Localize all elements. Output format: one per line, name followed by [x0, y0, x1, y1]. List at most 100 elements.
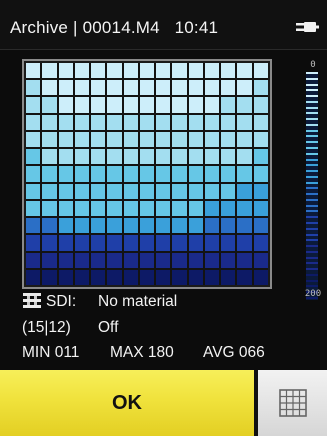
heatmap-cell [42, 80, 57, 96]
heatmap-cell [253, 218, 268, 234]
heatmap-cell [237, 218, 252, 234]
heatmap-cell [253, 63, 268, 79]
heatmap-cell [91, 200, 106, 217]
scale-step [306, 193, 318, 195]
heatmap-cell [139, 166, 155, 182]
heatmap-cell [74, 235, 90, 251]
scale-step [306, 101, 318, 103]
scale-step [306, 257, 318, 259]
heatmap-cell [172, 63, 187, 79]
heatmap-cell [188, 97, 203, 113]
heatmap-cell [204, 269, 220, 285]
heatmap-cell [42, 200, 57, 217]
heatmap-cell [58, 269, 73, 285]
heatmap-cell [42, 166, 57, 182]
heatmap-cell [74, 166, 90, 182]
heatmap-cell [91, 166, 106, 182]
heatmap-cell [221, 80, 236, 96]
heatmap-cell [204, 63, 220, 79]
heatmap-cell [253, 114, 268, 130]
scale-step [306, 234, 318, 236]
heatmap-cell [26, 80, 41, 96]
scale-top-label: 0 [310, 60, 316, 70]
heatmap-cell [74, 97, 90, 113]
heatmap-cell [237, 166, 252, 182]
heatmap-cell [139, 252, 155, 268]
ok-button[interactable]: OK [0, 370, 254, 436]
scale-step [306, 118, 318, 120]
heatmap-cell [253, 166, 268, 182]
scale-step [306, 107, 318, 109]
heatmap-cell [188, 252, 203, 268]
heatmap-cell [123, 131, 138, 148]
heatmap-cell [26, 114, 41, 130]
plug-icon [296, 22, 319, 32]
main-content: 0 200 SDI: No material (15|12) Off MIN 0… [0, 50, 327, 370]
heatmap-cell [91, 63, 106, 79]
heatmap-cell [42, 63, 57, 79]
heatmap-cell [188, 149, 203, 165]
heatmap-cell [237, 149, 252, 165]
heatmap-cell [204, 166, 220, 182]
heatmap-cell [188, 166, 203, 182]
scale-step [306, 182, 318, 184]
heatmap-cell [156, 252, 171, 268]
heatmap-cell [172, 269, 187, 285]
heatmap-cell [204, 252, 220, 268]
heatmap-cell [107, 218, 122, 234]
heatmap-cell [74, 252, 90, 268]
min-value: MIN 011 [22, 344, 80, 361]
heatmap-cell [221, 97, 236, 113]
heatmap-cell [91, 218, 106, 234]
scale-step [306, 205, 318, 207]
heatmap-cell [91, 269, 106, 285]
heatmap-cell [58, 131, 73, 148]
heatmap-cell [58, 97, 73, 113]
heatmap-cell [107, 114, 122, 130]
heatmap-cell [156, 80, 171, 96]
heatmap-cell [172, 252, 187, 268]
heatmap-cell [74, 131, 90, 148]
heatmap-cell [58, 235, 73, 251]
heatmap-cell [172, 149, 187, 165]
heatmap-cell [123, 63, 138, 79]
heatmap-cell [26, 235, 41, 251]
heatmap-cell [58, 114, 73, 130]
heatmap-cell [74, 114, 90, 130]
heatmap-cell [58, 80, 73, 96]
heatmap-cell [237, 183, 252, 199]
heatmap-cell [156, 218, 171, 234]
heatmap-cell [204, 149, 220, 165]
heatmap-cell [123, 252, 138, 268]
heatmap-cell [58, 218, 73, 234]
scale-step [306, 239, 318, 241]
heatmap-cell [123, 269, 138, 285]
heatmap-cell [237, 131, 252, 148]
heatmap-cell [74, 183, 90, 199]
heatmap-cell [139, 80, 155, 96]
heatmap-cell [42, 149, 57, 165]
heatmap-cell [26, 166, 41, 182]
scale-step [306, 78, 318, 80]
status-file: 00014.M4 [82, 18, 160, 37]
heatmap-cell [26, 218, 41, 234]
scale-step [306, 262, 318, 264]
grid-view-button[interactable] [258, 370, 327, 436]
heatmap-cell [107, 200, 122, 217]
scale-step [306, 170, 318, 172]
heatmap-cell [42, 97, 57, 113]
heatmap-cell [221, 149, 236, 165]
heatmap-cell [253, 97, 268, 113]
heatmap-cell [237, 114, 252, 130]
heatmap-cell [156, 200, 171, 217]
heatmap-cell [58, 252, 73, 268]
cursor-position-value: Off [98, 319, 119, 336]
scale-step [306, 141, 318, 143]
heatmap-cell [91, 114, 106, 130]
heatmap-cell [42, 114, 57, 130]
heatmap-cell [253, 149, 268, 165]
heatmap-cell [156, 183, 171, 199]
scale-step [306, 268, 318, 270]
heatmap-cell [58, 166, 73, 182]
heatmap-cell [221, 200, 236, 217]
